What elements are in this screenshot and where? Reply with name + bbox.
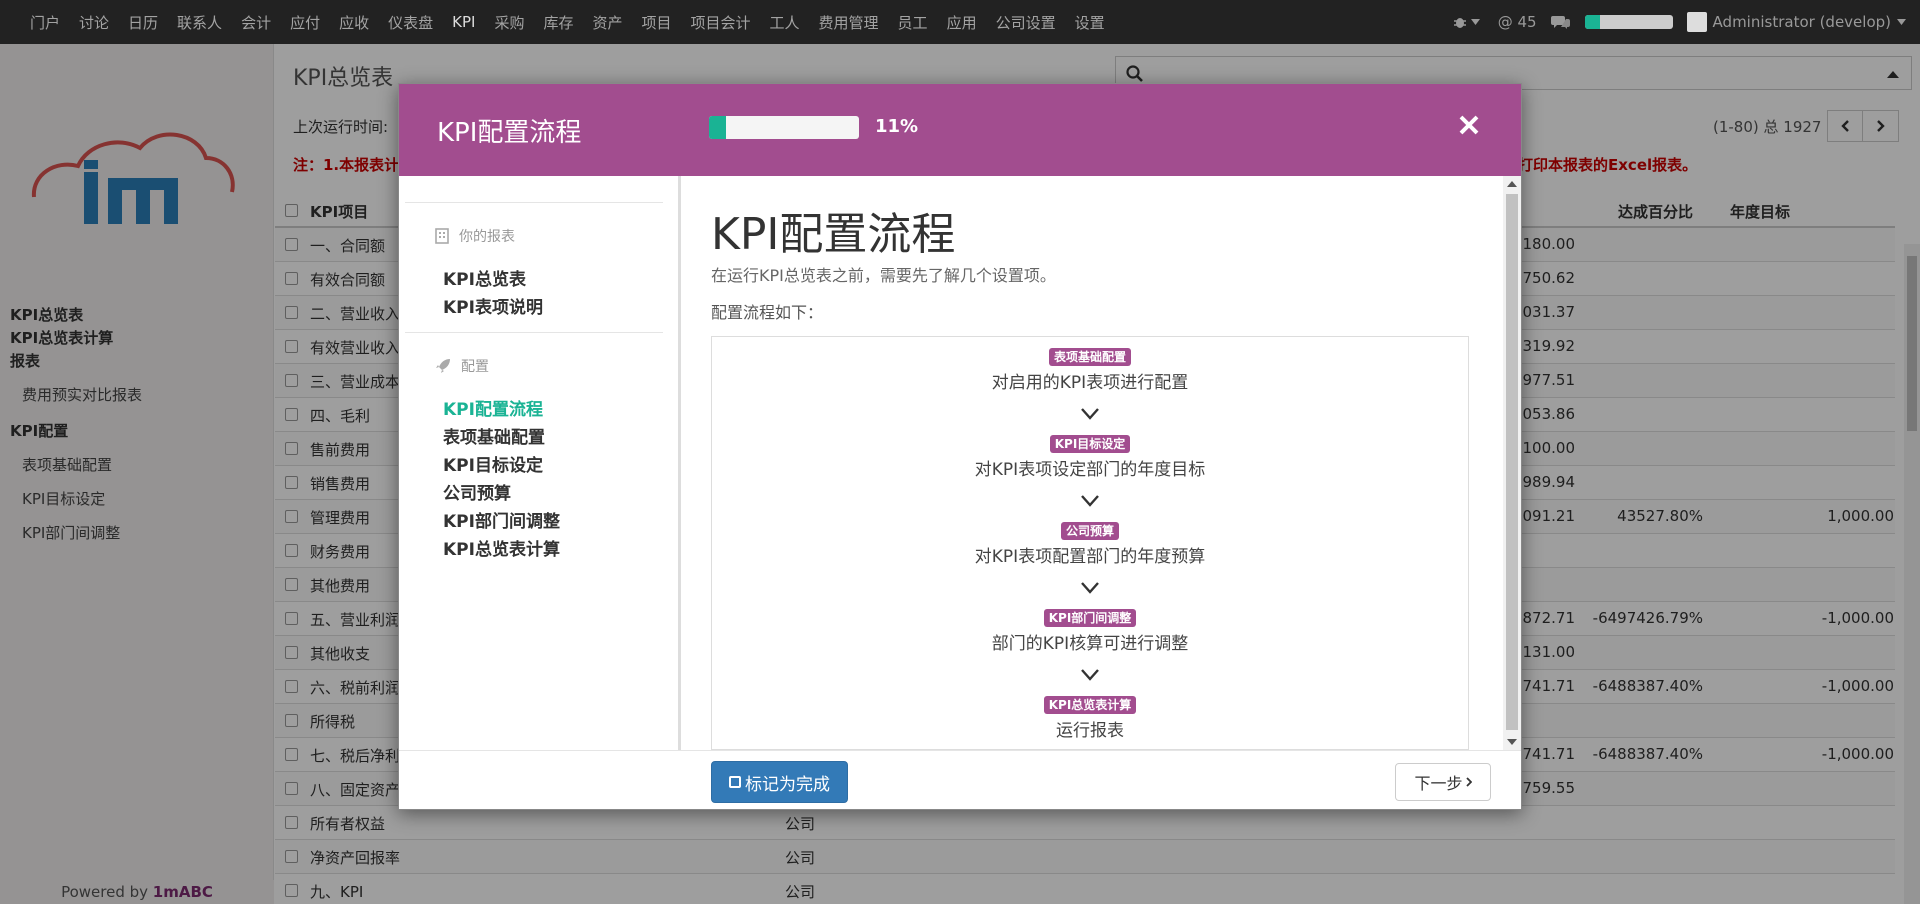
dialog-progress-bar [709, 116, 859, 139]
flow-step: KPI总览表计算 运行报表 [712, 695, 1468, 741]
main-menu: 门户 讨论 日历 联系人 会计 应付 应收 仪表盘 KPI 采购 库存 资产 项… [30, 12, 1124, 33]
bug-icon [1453, 18, 1466, 28]
content-intro: 在运行KPI总览表之前，需要先了解几个设置项。 [711, 266, 1056, 285]
menu-item-settings[interactable]: 设置 [1075, 12, 1105, 33]
nav-link-kpi-item-desc[interactable]: KPI表项说明 [443, 293, 543, 318]
chevron-down-icon [1081, 408, 1099, 420]
dialog-body: 你的报表 KPI总览表 KPI表项说明 配置 KPI配置流程 表项基础配置 KP… [399, 176, 1521, 750]
chevron-down-icon [1081, 669, 1099, 681]
menu-item-kpi[interactable]: KPI [452, 13, 475, 31]
menu-item-project-accounting[interactable]: 项目会计 [691, 12, 751, 33]
chevron-down-icon [1897, 19, 1906, 25]
dialog-footer: 标记为完成 下一步 [399, 750, 1521, 810]
menu-item-discuss[interactable]: 讨论 [79, 12, 109, 33]
step-badge-kpi-overview-calc[interactable]: KPI总览表计算 [1043, 696, 1137, 714]
menu-item-expenses[interactable]: 费用管理 [819, 12, 879, 33]
rocket-icon [436, 359, 450, 373]
kpi-config-dialog: KPI配置流程 11% 你的报表 KPI总览表 KPI表项说明 配置 KPI配置… [398, 83, 1522, 810]
menu-item-calendar[interactable]: 日历 [128, 12, 158, 33]
close-icon[interactable] [1455, 111, 1483, 139]
menu-item-project[interactable]: 项目 [641, 12, 671, 33]
next-step-button[interactable]: 下一步 [1395, 763, 1491, 801]
dialog-content: KPI配置流程 在运行KPI总览表之前，需要先了解几个设置项。 配置流程如下： … [683, 176, 1501, 750]
mark-done-button[interactable]: 标记为完成 [711, 761, 848, 803]
dialog-header: KPI配置流程 11% [399, 84, 1521, 176]
step-desc: 部门的KPI核算可进行调整 [991, 634, 1189, 654]
chevron-right-icon [1465, 777, 1472, 787]
menu-item-payable[interactable]: 应付 [290, 12, 320, 33]
menu-item-accounting[interactable]: 会计 [241, 12, 271, 33]
onboarding-progress-bar[interactable] [1584, 15, 1673, 29]
menu-item-receivable[interactable]: 应收 [339, 12, 369, 33]
menu-item-apps[interactable]: 应用 [947, 12, 977, 33]
step-desc: 对KPI表项配置部门的年度预算 [974, 547, 1206, 567]
config-flow-diagram: 表项基础配置 对启用的KPI表项进行配置 KPI目标设定 对KPI表项设定部门的… [711, 336, 1469, 750]
content-flow-label: 配置流程如下： [711, 303, 824, 322]
menu-item-workers[interactable]: 工人 [770, 12, 800, 33]
scroll-down-icon[interactable] [1507, 739, 1517, 745]
nav-link-kpi-overview-calc[interactable]: KPI总览表计算 [443, 535, 560, 560]
step-desc: 对KPI表项设定部门的年度目标 [974, 460, 1206, 480]
debug-menu[interactable] [1453, 15, 1484, 29]
flow-step: KPI部门间调整 部门的KPI核算可进行调整 [712, 608, 1468, 654]
menu-item-contacts[interactable]: 联系人 [177, 12, 222, 33]
step-desc: 对启用的KPI表项进行配置 [991, 373, 1189, 393]
nav-link-kpi-targets[interactable]: KPI目标设定 [443, 451, 543, 476]
menu-item-dashboard[interactable]: 仪表盘 [388, 12, 433, 33]
step-badge-kpi-targets[interactable]: KPI目标设定 [1049, 435, 1131, 453]
chevron-down-icon [1081, 495, 1099, 507]
step-badge-company-budget[interactable]: 公司预算 [1060, 522, 1119, 540]
flow-step: 表项基础配置 对启用的KPI表项进行配置 [712, 347, 1468, 393]
nav-link-company-budget[interactable]: 公司预算 [443, 479, 511, 504]
checkbox-icon [729, 776, 741, 788]
building-icon [435, 228, 449, 244]
nav-link-item-basic-config[interactable]: 表项基础配置 [443, 423, 545, 448]
menu-item-purchase[interactable]: 采购 [494, 12, 524, 33]
dialog-nav: 你的报表 KPI总览表 KPI表项说明 配置 KPI配置流程 表项基础配置 KP… [399, 176, 681, 750]
nav-section-config: 配置 [435, 356, 489, 376]
user-menu[interactable]: Administrator (develop) [1686, 12, 1906, 32]
menu-item-employees[interactable]: 员工 [898, 12, 928, 33]
nav-link-kpi-overview[interactable]: KPI总览表 [443, 265, 526, 290]
avatar [1686, 12, 1707, 32]
nav-section-your-reports: 你的报表 [435, 226, 515, 246]
dialog-title: KPI配置流程 [437, 118, 582, 148]
step-desc: 运行报表 [1056, 721, 1124, 741]
chat-icon[interactable] [1550, 14, 1571, 30]
menu-item-assets[interactable]: 资产 [592, 12, 622, 33]
flow-step: KPI目标设定 对KPI表项设定部门的年度目标 [712, 434, 1468, 480]
chevron-down-icon [1081, 582, 1099, 594]
content-heading: KPI配置流程 [711, 209, 956, 260]
menu-item-portal[interactable]: 门户 [30, 12, 60, 33]
menu-item-company-settings[interactable]: 公司设置 [996, 12, 1056, 33]
flow-step: 公司预算 对KPI表项配置部门的年度预算 [712, 521, 1468, 567]
menu-item-inventory[interactable]: 库存 [543, 12, 573, 33]
dialog-progress-label: 11% [875, 116, 919, 137]
scroll-up-icon[interactable] [1507, 181, 1517, 187]
step-badge-kpi-dept-adjust[interactable]: KPI部门间调整 [1043, 609, 1137, 627]
dialog-scrollbar[interactable] [1503, 176, 1521, 750]
nav-link-kpi-config-flow[interactable]: KPI配置流程 [443, 395, 543, 420]
nav-link-kpi-dept-adjust[interactable]: KPI部门间调整 [443, 507, 560, 532]
mentions-counter[interactable]: @ 45 [1498, 13, 1537, 31]
step-badge-item-config[interactable]: 表项基础配置 [1048, 348, 1131, 366]
chevron-down-icon [1470, 19, 1480, 25]
user-name: Administrator (develop) [1712, 13, 1891, 31]
top-navbar: 门户 讨论 日历 联系人 会计 应付 应收 仪表盘 KPI 采购 库存 资产 项… [0, 0, 1920, 44]
